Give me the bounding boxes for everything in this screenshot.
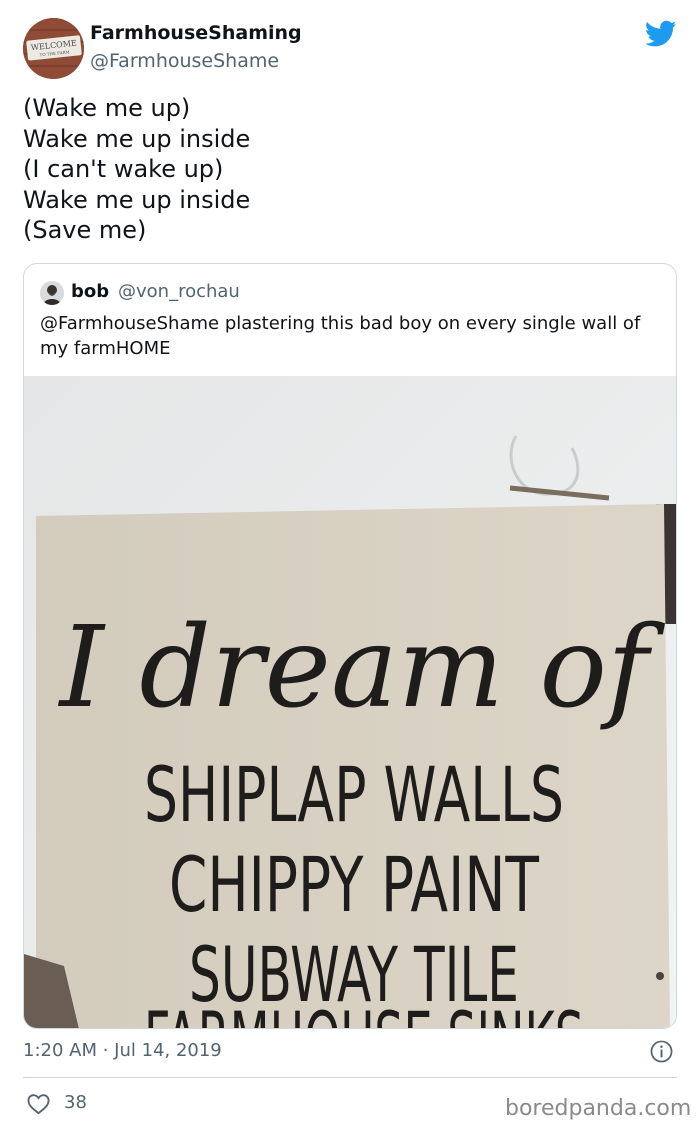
sign-script-text: I dream of [58,603,666,733]
tweet-timestamp[interactable]: 1:20 AM · Jul 14, 2019 [23,1040,222,1061]
quoted-tweet-image[interactable]: I dream of SHIPLAP WALLS CHIPPY PAINT SU… [24,376,676,1029]
divider [23,1077,677,1078]
tweet-card: WELCOME TO THE FARM FarmhouseShaming @Fa… [0,0,700,1131]
sign-line: SHIPLAP WALLS [144,750,564,839]
quoted-avatar-image [40,281,64,305]
sign-line: FARMHOUSE SINKS [144,995,584,1029]
tweet-text: (Wake me up) Wake me up inside (I can't … [23,93,250,246]
info-icon[interactable] [650,1040,673,1063]
quoted-display-name[interactable]: bob [71,281,109,302]
author-avatar[interactable]: WELCOME TO THE FARM [23,18,84,79]
tweet-line: (Save me) [23,216,147,244]
twitter-bird-icon[interactable] [645,20,677,48]
quoted-tweet[interactable]: bob @von_rochau @FarmhouseShame plasteri… [23,263,677,1029]
author-handle[interactable]: @FarmhouseShame [90,50,279,72]
sign-photo: I dream of SHIPLAP WALLS CHIPPY PAINT SU… [24,376,676,1029]
sign-line: CHIPPY PAINT [169,840,539,929]
quoted-handle[interactable]: @von_rochau [118,281,240,302]
tweet-line: Wake me up inside [23,124,251,153]
like-count[interactable]: 38 [64,1092,87,1113]
author-display-name[interactable]: FarmhouseShaming [90,22,302,44]
avatar-image: WELCOME TO THE FARM [23,18,84,79]
tweet-line: Wake me up inside [23,185,251,214]
watermark: boredpanda.com [505,1096,692,1121]
tweet-line: (I can't wake up) [23,155,224,183]
heart-icon[interactable] [27,1093,50,1115]
tweet-line: (Wake me up) [23,94,191,122]
quoted-tweet-text: @FarmhouseShame plastering this bad boy … [40,313,641,359]
quoted-author-avatar[interactable] [40,281,64,305]
